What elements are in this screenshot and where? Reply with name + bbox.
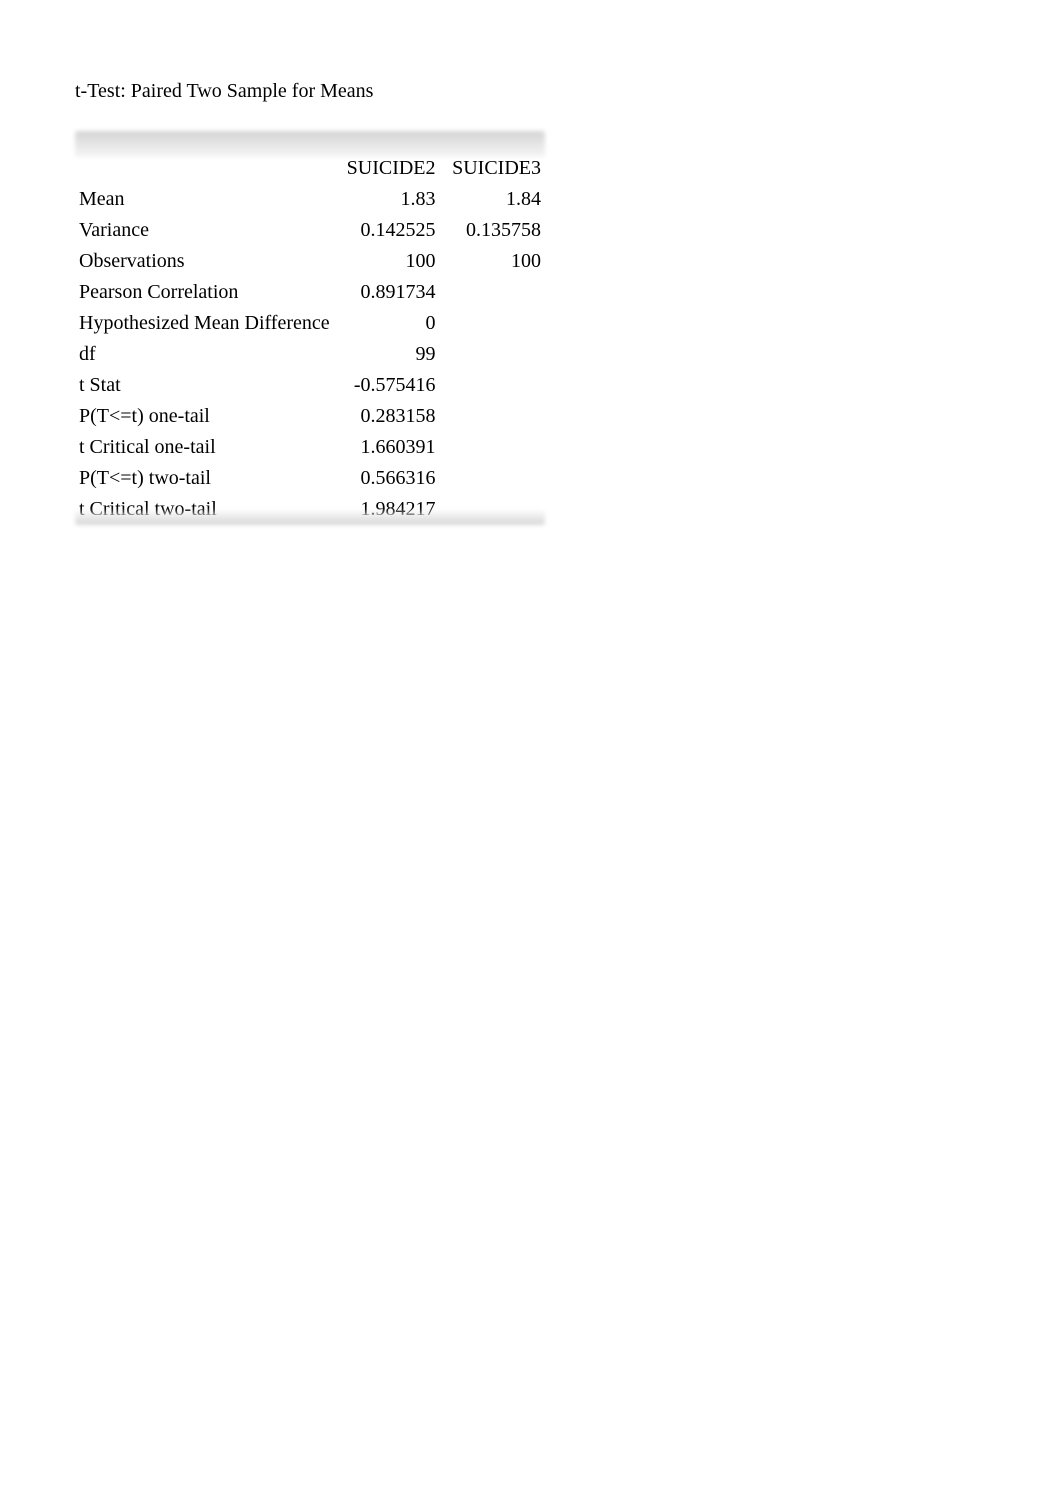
row-label: t Stat <box>75 370 334 401</box>
row-label: P(T<=t) two-tail <box>75 463 334 494</box>
header-blank <box>75 131 334 184</box>
row-value-2 <box>440 494 545 525</box>
table-row: df 99 <box>75 339 545 370</box>
row-label: Hypothesized Mean Difference <box>75 308 334 339</box>
row-value-1: 0.283158 <box>334 401 439 432</box>
row-label: t Critical two-tail <box>75 494 334 525</box>
table-row: Mean 1.83 1.84 <box>75 184 545 215</box>
row-value-2 <box>440 277 545 308</box>
row-value-2: 1.84 <box>440 184 545 215</box>
row-label: Mean <box>75 184 334 215</box>
row-value-2 <box>440 401 545 432</box>
row-value-1: 1.83 <box>334 184 439 215</box>
row-value-1: 1.660391 <box>334 432 439 463</box>
table-row: P(T<=t) one-tail 0.283158 <box>75 401 545 432</box>
t-test-table: SUICIDE2 SUICIDE3 Mean 1.83 1.84 Varianc… <box>75 131 545 525</box>
document-title: t-Test: Paired Two Sample for Means <box>75 80 987 103</box>
row-value-2: 100 <box>440 246 545 277</box>
table-row: Observations 100 100 <box>75 246 545 277</box>
row-value-2 <box>440 432 545 463</box>
row-value-2 <box>440 339 545 370</box>
row-value-1: 0.891734 <box>334 277 439 308</box>
table-row: t Stat -0.575416 <box>75 370 545 401</box>
row-value-1: 0 <box>334 308 439 339</box>
table-header-row: SUICIDE2 SUICIDE3 <box>75 131 545 184</box>
row-label: t Critical one-tail <box>75 432 334 463</box>
table-row: Pearson Correlation 0.891734 <box>75 277 545 308</box>
row-label: Pearson Correlation <box>75 277 334 308</box>
row-value-2: 0.135758 <box>440 215 545 246</box>
document-page: t-Test: Paired Two Sample for Means SUIC… <box>0 0 1062 605</box>
row-label: Observations <box>75 246 334 277</box>
table-row: t Critical two-tail 1.984217 <box>75 494 545 525</box>
row-value-2 <box>440 370 545 401</box>
row-value-1: 0.566316 <box>334 463 439 494</box>
row-value-1: 0.142525 <box>334 215 439 246</box>
row-value-2 <box>440 463 545 494</box>
row-label: df <box>75 339 334 370</box>
row-value-1: -0.575416 <box>334 370 439 401</box>
row-value-1: 1.984217 <box>334 494 439 525</box>
table-row: Variance 0.142525 0.135758 <box>75 215 545 246</box>
row-label: Variance <box>75 215 334 246</box>
row-label: P(T<=t) one-tail <box>75 401 334 432</box>
stats-table-container: SUICIDE2 SUICIDE3 Mean 1.83 1.84 Varianc… <box>75 131 545 525</box>
header-col2: SUICIDE3 <box>440 131 545 184</box>
table-row: Hypothesized Mean Difference 0 <box>75 308 545 339</box>
table-row: t Critical one-tail 1.660391 <box>75 432 545 463</box>
row-value-1: 99 <box>334 339 439 370</box>
row-value-1: 100 <box>334 246 439 277</box>
row-value-2 <box>440 308 545 339</box>
header-col1: SUICIDE2 <box>334 131 439 184</box>
table-row: P(T<=t) two-tail 0.566316 <box>75 463 545 494</box>
